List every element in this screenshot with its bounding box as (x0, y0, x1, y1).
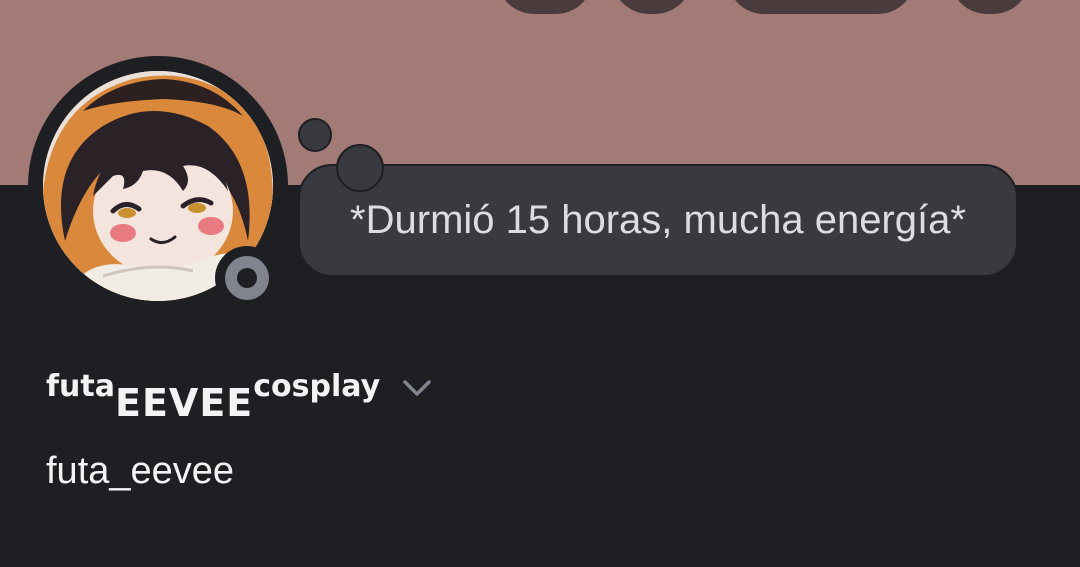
banner-action-button[interactable] (950, 0, 1030, 14)
display-name-part: EEVEE (115, 381, 254, 425)
display-name[interactable]: futa EEVEE cosplay (46, 366, 432, 426)
banner-action-button[interactable] (612, 0, 692, 14)
nitro-badge-button[interactable] (727, 0, 915, 14)
offline-status-icon (215, 246, 279, 310)
display-name-part: cosplay (253, 369, 381, 404)
thought-bubble-dot (336, 144, 384, 192)
status-dot (225, 256, 269, 300)
chevron-down-icon[interactable] (402, 378, 432, 398)
username: futa_eevee (46, 450, 235, 492)
thought-bubble-dot (298, 118, 332, 152)
display-name-part: futa (46, 369, 115, 404)
banner-action-button[interactable] (497, 0, 593, 14)
status-hole (237, 268, 257, 288)
custom-status-bubble[interactable]: *Durmió 15 horas, mucha energía* (298, 164, 1018, 277)
custom-status-text: *Durmió 15 horas, mucha energía* (350, 198, 966, 242)
